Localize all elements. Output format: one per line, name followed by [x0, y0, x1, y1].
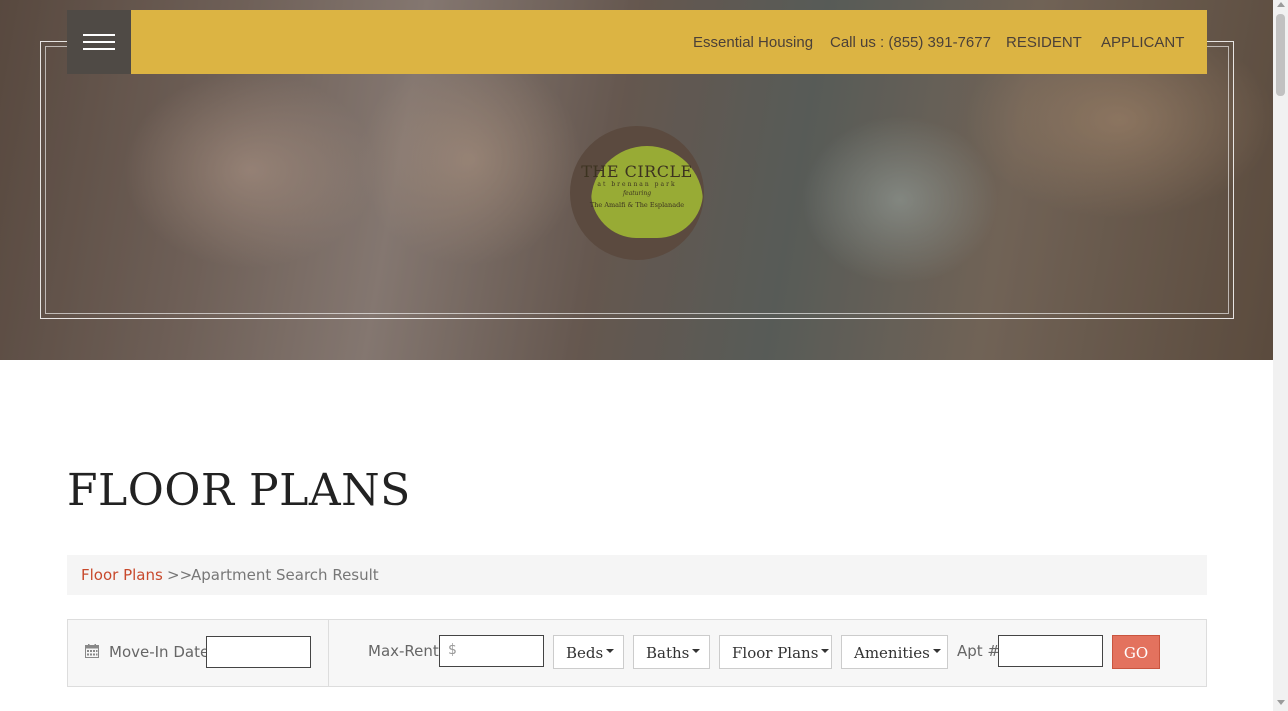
floor-plans-dropdown-label: Floor Plans [732, 644, 819, 662]
calendar-icon [85, 644, 99, 658]
baths-dropdown-label: Baths [646, 644, 690, 662]
logo-title: THE CIRCLE [581, 162, 693, 181]
breadcrumb-current: Apartment Search Result [191, 566, 379, 584]
breadcrumb-separator: >> [167, 566, 193, 584]
nav-applicant[interactable]: APPLICANT [1101, 34, 1184, 51]
amenities-dropdown[interactable]: Amenities [841, 635, 948, 669]
nav-essential-housing[interactable]: Essential Housing [693, 34, 813, 51]
move-in-date-label: Move-In Date [109, 643, 210, 661]
nav-call-us[interactable]: Call us : (855) 391-7677 [830, 34, 991, 51]
max-rent-label: Max-Rent [368, 642, 439, 660]
beds-dropdown[interactable]: Beds [553, 635, 624, 669]
page-title: FLOOR PLANS [67, 465, 411, 516]
chevron-down-icon [821, 649, 830, 653]
top-nav-bar: Essential Housing Call us : (855) 391-76… [131, 10, 1207, 74]
beds-dropdown-label: Beds [566, 644, 604, 662]
baths-dropdown[interactable]: Baths [633, 635, 710, 669]
max-rent-input[interactable]: $ [439, 635, 544, 667]
apt-number-label: Apt # [957, 642, 1001, 660]
go-button[interactable]: GO [1112, 635, 1160, 669]
chevron-down-icon [692, 649, 701, 653]
nav-resident[interactable]: RESIDENT [1006, 34, 1082, 51]
filter-divider [328, 620, 329, 686]
breadcrumb-floor-plans-link[interactable]: Floor Plans [81, 566, 163, 584]
scrollbar-thumb[interactable] [1276, 14, 1285, 96]
chevron-down-icon [606, 649, 615, 653]
apt-number-input[interactable] [998, 635, 1103, 667]
menu-button[interactable] [67, 10, 131, 74]
logo-featuring: featuring [622, 190, 652, 197]
scroll-up-arrow-icon[interactable] [1277, 2, 1285, 7]
chevron-down-icon [932, 649, 941, 653]
amenities-dropdown-label: Amenities [854, 644, 930, 662]
scrollbar-track[interactable] [1273, 0, 1288, 711]
brand-logo[interactable]: THE CIRCLE at brennan park featuring The… [570, 126, 704, 260]
move-in-date-input[interactable] [206, 636, 311, 668]
breadcrumb: Floor Plans >> Apartment Search Result [67, 555, 1207, 595]
scroll-down-arrow-icon[interactable] [1277, 700, 1285, 705]
apartment-search-filter: Move-In Date Max-Rent $ Beds Baths Floor… [67, 619, 1207, 687]
logo-subtitle: at brennan park [597, 181, 677, 188]
logo-properties: The Amalfi & The Esplanade [589, 201, 685, 209]
floor-plans-dropdown[interactable]: Floor Plans [719, 635, 832, 669]
